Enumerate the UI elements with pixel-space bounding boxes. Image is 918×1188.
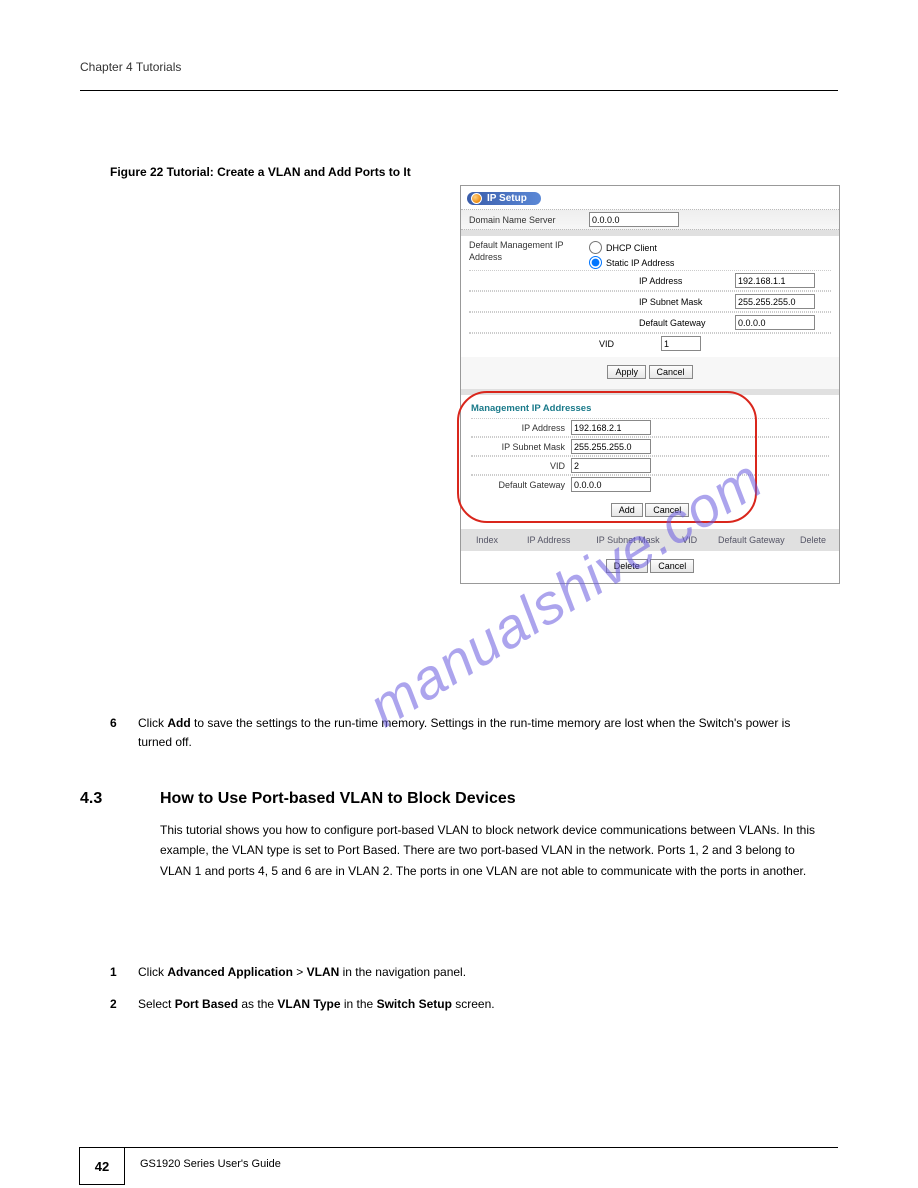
header-rule (80, 90, 838, 91)
vid-row: VID (469, 333, 831, 353)
port-step-1-num: 1 (110, 962, 138, 982)
gateway-row: Default Gateway (469, 312, 831, 333)
mgmt-ip-input[interactable] (571, 420, 651, 435)
vid-label: VID (599, 339, 659, 349)
ip-addr-label: IP Address (639, 276, 729, 286)
mgmt-vid-label: VID (471, 461, 571, 471)
dns-label: Domain Name Server (469, 215, 589, 225)
subnet-row: IP Subnet Mask (469, 291, 831, 312)
port-step-1: 1 Click Advanced Application > VLAN in t… (110, 962, 818, 982)
ip-setup-panel: IP Setup Domain Name Server Default Mana… (460, 185, 840, 584)
th-index: Index (467, 535, 507, 545)
port-step-2: 2 Select Port Based as the VLAN Type in … (110, 994, 818, 1014)
subnet-label: IP Subnet Mask (639, 297, 729, 307)
step-6-text: Click Add to save the settings to the ru… (138, 714, 818, 752)
th-subnet: IP Subnet Mask (590, 535, 665, 545)
ps1-b1: Advanced Application (167, 965, 293, 979)
page-number: 42 (95, 1159, 109, 1174)
dns-row: Domain Name Server (461, 209, 839, 230)
header-chapter: Chapter 4 Tutorials (80, 60, 181, 74)
default-mgmt-label: Default Management IP Address (469, 240, 589, 270)
cancel-button[interactable]: Cancel (649, 365, 693, 379)
mgmt-subnet-label: IP Subnet Mask (471, 442, 571, 452)
default-mgmt-block: Default Management IP Address DHCP Clien… (461, 236, 839, 357)
mgmt-gw-label: Default Gateway (471, 480, 571, 490)
port-step-1-text: Click Advanced Application > VLAN in the… (138, 962, 818, 982)
port-steps: 1 Click Advanced Application > VLAN in t… (110, 950, 818, 1015)
subnet-input[interactable] (735, 294, 815, 309)
ps2-tail: screen. (452, 997, 495, 1011)
port-step-2-num: 2 (110, 994, 138, 1014)
table-footer-buttons: Delete Cancel (461, 551, 839, 583)
footer-text: GS1920 Series User's Guide (140, 1158, 281, 1170)
th-gateway: Default Gateway (714, 535, 789, 545)
page-footer: 42 GS1920 Series User's Guide (80, 1147, 838, 1148)
section-title: How to Use Port-based VLAN to Block Devi… (160, 790, 516, 808)
mgmt-subnet-input[interactable] (571, 439, 651, 454)
ps2-mid: as the (238, 997, 277, 1011)
ps2-b3: Switch Setup (377, 997, 452, 1011)
mgmt-title: Management IP Addresses (471, 401, 829, 418)
mgmt-cancel-button[interactable]: Cancel (645, 503, 689, 517)
page-number-box: 42 (79, 1147, 125, 1185)
dhcp-label: DHCP Client (606, 243, 657, 253)
ps1-a: Click (138, 965, 167, 979)
body-content: 6 Click Add to save the settings to the … (110, 700, 818, 752)
mgmt-subnet-row: IP Subnet Mask (471, 437, 829, 456)
mgmt-ip-section: Management IP Addresses IP Address IP Su… (461, 395, 839, 529)
step-6-b: to save the settings to the run-time mem… (138, 716, 790, 749)
ps2-a: Select (138, 997, 175, 1011)
static-label: Static IP Address (606, 258, 674, 268)
orb-icon (471, 193, 482, 204)
ps1-sep: > (293, 965, 307, 979)
panel-title: IP Setup (487, 193, 527, 204)
apply-button[interactable]: Apply (607, 365, 646, 379)
step-6: 6 Click Add to save the settings to the … (110, 714, 818, 752)
dhcp-radio[interactable] (589, 241, 602, 254)
gateway-label: Default Gateway (639, 318, 729, 328)
panel-title-bar: IP Setup (467, 192, 541, 205)
figure-caption: Figure 22 Tutorial: Create a VLAN and Ad… (110, 165, 411, 179)
ps1-b2: VLAN (307, 965, 340, 979)
delete-button[interactable]: Delete (606, 559, 648, 573)
mgmt-table-header: Index IP Address IP Subnet Mask VID Defa… (461, 529, 839, 551)
dns-input[interactable] (589, 212, 679, 227)
ip-addr-row: IP Address (469, 270, 831, 291)
th-ip: IP Address (511, 535, 586, 545)
th-vid: VID (670, 535, 710, 545)
port-step-2-text: Select Port Based as the VLAN Type in th… (138, 994, 818, 1014)
ps2-b1: Port Based (175, 997, 238, 1011)
ip-addr-input[interactable] (735, 273, 815, 288)
step-6-bold: Add (167, 716, 190, 730)
static-radio[interactable] (589, 256, 602, 269)
step-6-num: 6 (110, 714, 138, 752)
th-delete: Delete (793, 535, 833, 545)
apply-row: Apply Cancel (461, 357, 839, 389)
section-number: 4.3 (80, 790, 102, 808)
table-cancel-button[interactable]: Cancel (650, 559, 694, 573)
add-button[interactable]: Add (611, 503, 643, 517)
ps1-c: in the navigation panel. (339, 965, 466, 979)
mgmt-vid-row: VID (471, 456, 829, 475)
mgmt-gw-input[interactable] (571, 477, 651, 492)
vid-input[interactable] (661, 336, 701, 351)
mgmt-vid-input[interactable] (571, 458, 651, 473)
gateway-input[interactable] (735, 315, 815, 330)
step-6-a: Click (138, 716, 167, 730)
mgmt-ip-row: IP Address (471, 418, 829, 437)
ps2-b2: VLAN Type (277, 997, 340, 1011)
section-body: This tutorial shows you how to configure… (160, 820, 818, 881)
ps2-end: in the (341, 997, 377, 1011)
mgmt-gw-row: Default Gateway (471, 475, 829, 493)
mgmt-ip-label: IP Address (471, 423, 571, 433)
